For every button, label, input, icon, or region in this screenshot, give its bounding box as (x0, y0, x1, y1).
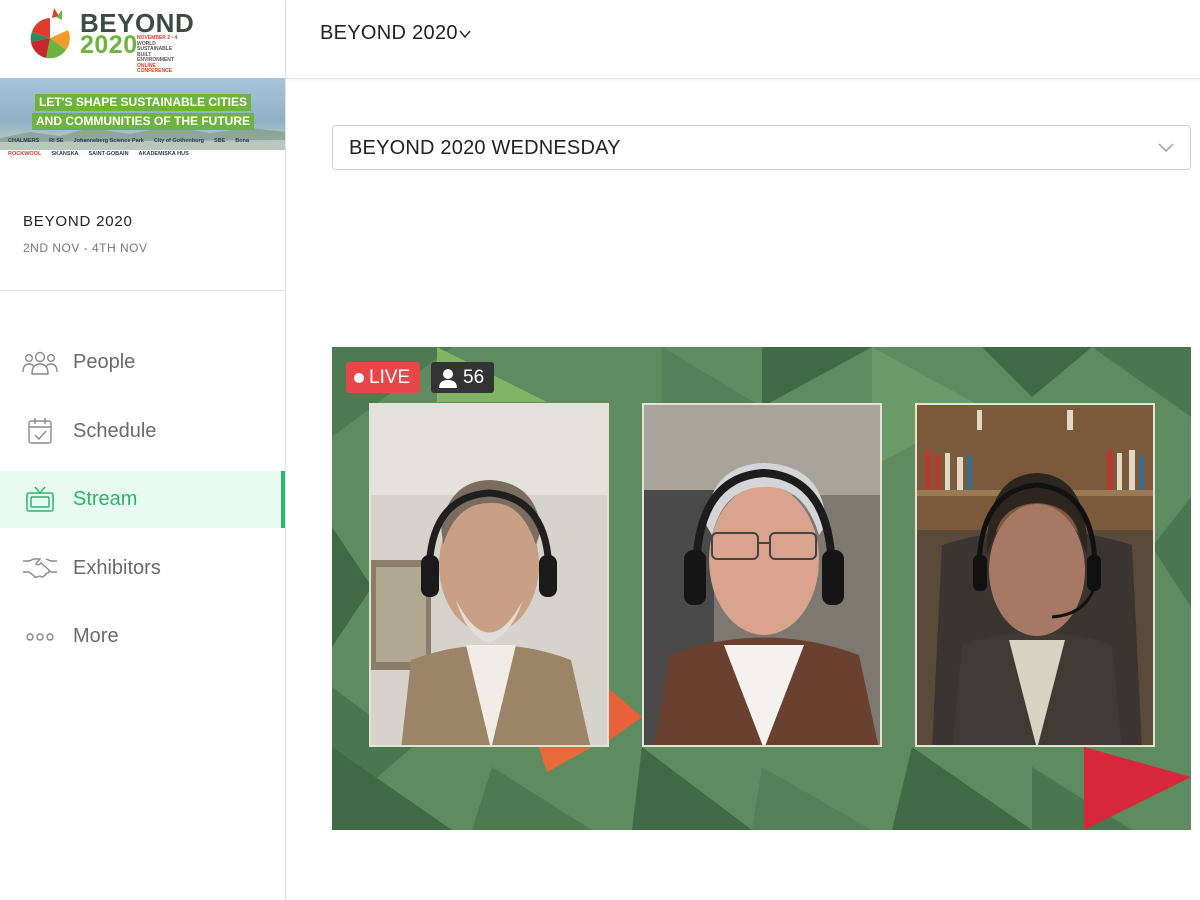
sidebar-item-schedule[interactable]: Schedule (0, 403, 285, 460)
sponsor-logo: City of Gothenburg (153, 138, 204, 144)
sponsor-logo: Bona (235, 138, 250, 144)
event-banner: LET'S SHAPE SUSTAINABLE CITIES AND COMMU… (0, 78, 285, 186)
live-label: LIVE (369, 366, 411, 388)
sponsor-logos: CHALMERS RI SE Johanneberg Science Park … (8, 136, 278, 186)
banner-tagline-line-1: LET'S SHAPE SUSTAINABLE CITIES (35, 94, 251, 111)
brand-logo[interactable]: BEYOND 2020 NOVEMBER 2 - 4 WORLD SUSTAIN… (0, 0, 285, 78)
event-switcher-title[interactable]: BEYOND 2020 (320, 22, 458, 45)
brand-subtitle: NOVEMBER 2 - 4 WORLD SUSTAINABLE BUILT E… (137, 35, 189, 75)
sponsor-logo: SKANSKA (51, 151, 79, 157)
sponsor-logo: Johanneberg Science Park (73, 138, 144, 144)
sidebar-item-stream[interactable]: Stream (0, 471, 285, 528)
tv-icon (22, 485, 58, 515)
sponsor-logo: AKADEMISKA HUS (138, 151, 189, 157)
brand-sub-line-2: WORLD SUSTAINABLE (137, 40, 173, 52)
sidebar-divider (0, 290, 285, 291)
speaker-video-frame (917, 405, 1153, 745)
sponsor-logo: CHALMERS (8, 138, 40, 144)
sponsor-logo: RI SE (49, 138, 64, 144)
sidebar-item-more[interactable]: More (0, 608, 285, 665)
chevron-down-icon[interactable] (458, 27, 472, 41)
sidebar: BEYOND 2020 NOVEMBER 2 - 4 WORLD SUSTAIN… (0, 0, 286, 900)
live-stream-player[interactable]: LIVE 56 (332, 347, 1191, 830)
sidebar-item-label: More (73, 625, 119, 647)
speaker-video-tile[interactable] (642, 403, 882, 747)
top-bar: BEYOND 2020 (286, 0, 1200, 79)
sponsor-logo: ROCKWOOL (8, 151, 42, 157)
speaker-video-frame (371, 405, 607, 745)
sidebar-item-people[interactable]: People (0, 334, 285, 391)
sidebar-item-label: Stream (73, 488, 138, 510)
sponsor-logo: SBE (213, 138, 226, 144)
person-icon (439, 368, 457, 388)
event-dates: 2ND NOV - 4TH NOV (23, 241, 148, 255)
chevron-down-icon (1158, 143, 1174, 152)
sidebar-item-label: Schedule (73, 419, 157, 442)
session-select[interactable]: BEYOND 2020 WEDNESDAY (332, 125, 1191, 170)
speaker-video-tile[interactable] (915, 403, 1155, 747)
people-icon (22, 348, 58, 378)
more-dots-icon (22, 622, 58, 652)
banner-tagline: LET'S SHAPE SUSTAINABLE CITIES AND COMMU… (16, 93, 270, 131)
sidebar-item-label: Exhibitors (73, 556, 161, 579)
calendar-check-icon (22, 416, 58, 446)
viewer-count: 56 (463, 366, 485, 388)
live-dot-icon (354, 372, 364, 383)
sponsor-logo: SAINT-GOBAIN (88, 151, 129, 157)
brand-sub-line-3: BUILT ENVIRONMENT (137, 51, 174, 63)
handshake-icon (22, 553, 58, 583)
speaker-video-tile[interactable] (369, 403, 609, 747)
banner-tagline-line-2: AND COMMUNITIES OF THE FUTURE (32, 113, 254, 130)
sidebar-item-label: People (73, 351, 136, 373)
event-title: BEYOND 2020 (23, 213, 133, 230)
live-badge: LIVE (346, 362, 420, 393)
beyond-globe-logo-icon (30, 8, 70, 59)
brand-sub-line-4: ONLINE CONFERENCE (137, 62, 173, 74)
speaker-video-frame (644, 405, 880, 745)
sidebar-nav: People Schedule Stream Exhibitors More (0, 334, 285, 677)
viewer-count-badge: 56 (431, 362, 494, 393)
session-select-value: BEYOND 2020 WEDNESDAY (349, 137, 621, 159)
sidebar-item-exhibitors[interactable]: Exhibitors (0, 540, 285, 597)
